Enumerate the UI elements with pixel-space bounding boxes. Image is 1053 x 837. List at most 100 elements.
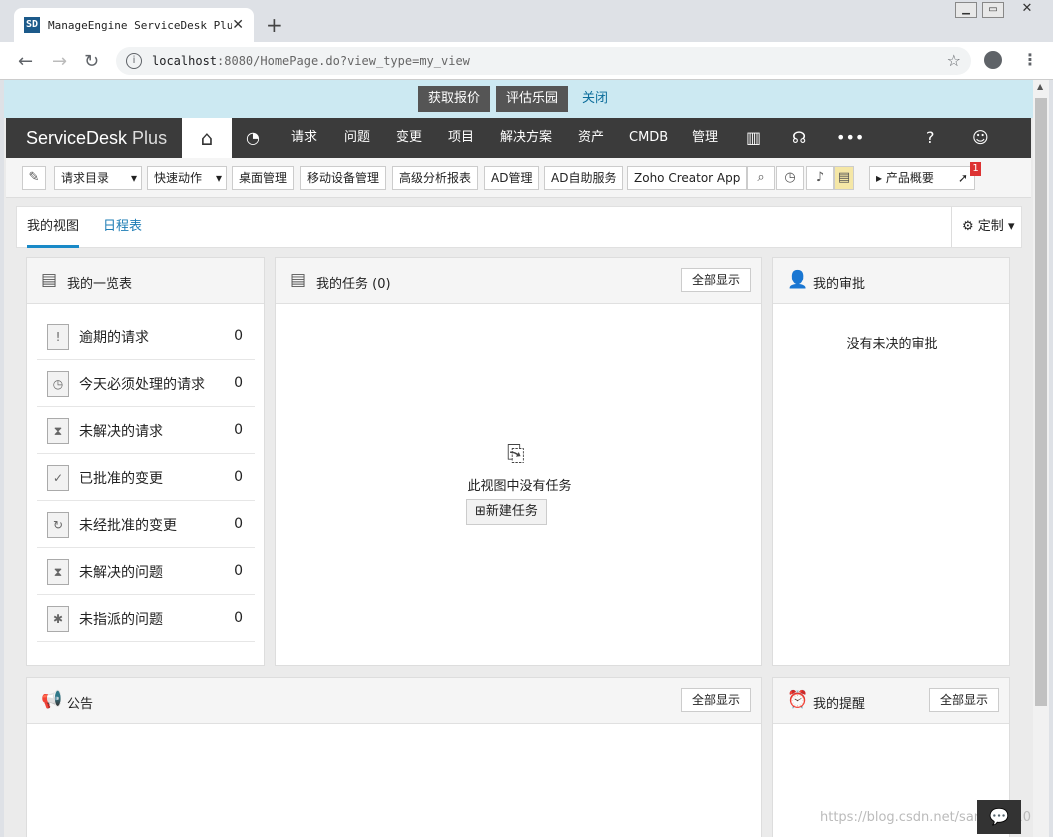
notes-icon[interactable]: ▤ xyxy=(834,166,854,190)
nav-projects[interactable]: 项目 xyxy=(448,118,474,158)
reminders-show-all-button[interactable]: 全部显示 xyxy=(928,688,999,712)
maximize-icon[interactable]: ▭ xyxy=(982,2,1004,18)
new-tab-icon[interactable]: + xyxy=(266,13,283,37)
desktop-mgmt-button[interactable]: 桌面管理 xyxy=(232,166,295,190)
quick-actions-button[interactable]: 快速动作 ▾ xyxy=(147,166,227,190)
url-text: localhost:8080/HomePage.do?view_type=my_… xyxy=(152,54,470,68)
page-scrollbar[interactable]: ▲ xyxy=(1033,80,1049,837)
history-icon[interactable]: ◷ xyxy=(776,166,804,190)
toolbar: ✎ 请求目录 ▾ 快速动作 ▾ 桌面管理 移动设备管理 高级分析报表 AD管理 … xyxy=(6,158,1031,198)
site-info-icon[interactable]: i xyxy=(126,53,142,69)
customize-button[interactable]: ⚙ 定制 ▾ xyxy=(951,207,1021,247)
url-field[interactable]: i localhost:8080/HomePage.do?view_type=m… xyxy=(116,47,971,75)
summary-row-approved-changes[interactable]: ✓ 已批准的变更 0 xyxy=(37,454,255,501)
summary-title: 我的一览表 xyxy=(67,277,133,292)
open-problem-icon: ⧗ xyxy=(47,559,69,585)
chevron-down-icon: ▾ xyxy=(130,171,137,185)
account-icon[interactable] xyxy=(984,51,1002,69)
forward-icon[interactable]: → xyxy=(52,51,67,72)
approvals-panel: 👤 我的审批 没有未决的审批 xyxy=(772,257,1010,666)
user-avatar-icon[interactable]: ☺ xyxy=(972,118,989,158)
new-task-button[interactable]: ⊞新建任务 xyxy=(466,499,547,525)
tab-my-view[interactable]: 我的视图 xyxy=(27,207,80,248)
back-icon[interactable]: ← xyxy=(18,51,33,72)
brand-logo[interactable]: ServiceDesk Plus xyxy=(26,128,167,149)
menu-kebab-icon[interactable]: ⋮ xyxy=(1022,50,1038,69)
announcements-title: 公告 xyxy=(67,697,94,712)
advanced-reports-button[interactable]: 高级分析报表 xyxy=(392,166,479,190)
tab-close-icon[interactable]: ✕ xyxy=(232,17,244,33)
chevron-down-icon: ▾ xyxy=(215,171,222,185)
scrollbar-thumb[interactable] xyxy=(1035,98,1047,706)
ad-self-service-button[interactable]: AD自助服务 xyxy=(544,166,624,190)
summary-row-open-requests[interactable]: ⧗ 未解决的请求 0 xyxy=(37,407,255,454)
summary-row-overdue[interactable]: ! 逾期的请求 0 xyxy=(37,313,255,360)
chat-icon[interactable]: 💬 xyxy=(977,800,1021,834)
product-overview-button[interactable]: ▸ 产品概要 ➚ xyxy=(869,166,975,190)
nav-problems[interactable]: 问题 xyxy=(344,118,370,158)
approved-change-icon: ✓ xyxy=(47,465,69,491)
nav-cmdb[interactable]: CMDB xyxy=(629,118,668,158)
summary-row-unassigned-problems[interactable]: ✱ 未指派的问题 0 xyxy=(37,595,255,642)
mobile-mgmt-button[interactable]: 移动设备管理 xyxy=(300,166,387,190)
home-icon[interactable]: ⌂ xyxy=(182,118,232,158)
playground-button[interactable]: 评估乐园 xyxy=(496,86,569,112)
window-close-icon[interactable]: ✕ xyxy=(1009,2,1045,18)
ad-mgmt-button[interactable]: AD管理 xyxy=(484,166,540,190)
task-list-icon: ▤ xyxy=(290,270,307,290)
summary-panel: ▤ 我的一览表 ! 逾期的请求 0 ◷ 今天必须处理的请求 0 ⧗ 未解决的请求 0 ✓ 已批… xyxy=(26,257,265,666)
browser-tab[interactable]: SD ManageEngine ServiceDesk Plus ✕ xyxy=(14,8,254,42)
new-request-icon[interactable]: ✎ xyxy=(22,166,46,190)
tab-calendar[interactable]: 日程表 xyxy=(103,207,142,248)
search-icon[interactable]: ⌕ xyxy=(747,166,775,190)
approvals-empty-text: 没有未决的审批 xyxy=(846,337,938,352)
zoho-creator-button[interactable]: Zoho Creator App xyxy=(627,166,748,190)
request-catalog-button[interactable]: 请求目录 ▾ xyxy=(54,166,142,190)
summary-row-open-problems[interactable]: ⧗ 未解决的问题 0 xyxy=(37,548,255,595)
main-nav: ServiceDesk Plus ⌂ ◔ 请求 问题 变更 项目 解决方案 资产… xyxy=(6,118,1031,158)
tasks-show-all-button[interactable]: 全部显示 xyxy=(680,268,751,292)
tasks-title: 我的任务 (0) xyxy=(316,277,391,292)
announcements-panel: 📢 公告 全部显示 xyxy=(26,677,762,837)
tab-title: ManageEngine ServiceDesk Plus xyxy=(48,18,233,32)
reports-icon[interactable]: ▥ xyxy=(746,118,761,158)
nav-admin[interactable]: 管理 xyxy=(692,118,718,158)
reload-icon[interactable]: ↻ xyxy=(84,51,99,72)
summary-row-due-today[interactable]: ◷ 今天必须处理的请求 0 xyxy=(37,360,255,407)
new-task-placeholder-icon: ⎘ xyxy=(507,442,525,467)
bookmark-star-icon[interactable]: ☆ xyxy=(947,51,961,70)
tasks-empty-text: 此视图中没有任务 xyxy=(467,479,572,494)
address-bar: ← → ↻ i localhost:8080/HomePage.do?view_… xyxy=(0,42,1053,80)
unapproved-change-icon: ↻ xyxy=(47,512,69,538)
promo-close-link[interactable]: 关闭 xyxy=(582,86,608,112)
minimize-icon[interactable]: ▁ xyxy=(955,2,977,18)
notification-bell-icon[interactable]: ♪ xyxy=(806,166,834,190)
view-tabs: 我的视图 日程表 ⚙ 定制 ▾ xyxy=(16,206,1022,248)
nav-solutions[interactable]: 解决方案 xyxy=(500,118,552,158)
nav-changes[interactable]: 变更 xyxy=(396,118,422,158)
summary-row-unapproved-changes[interactable]: ↻ 未经批准的变更 0 xyxy=(37,501,255,548)
dashboard-icon[interactable]: ◔ xyxy=(246,118,260,158)
page: 获取报价 评估乐园 关闭 ServiceDesk Plus ⌂ ◔ 请求 问题 … xyxy=(4,80,1033,837)
megaphone-icon: 📢 xyxy=(41,690,63,710)
clock-request-icon: ◷ xyxy=(47,371,69,397)
favicon-icon: SD xyxy=(24,17,40,33)
nav-requests[interactable]: 请求 xyxy=(291,118,317,158)
nav-assets[interactable]: 资产 xyxy=(578,118,604,158)
support-headset-icon[interactable]: ☊ xyxy=(792,118,806,158)
gear-icon: ⚙ xyxy=(962,219,974,234)
scroll-up-icon[interactable]: ▲ xyxy=(1037,82,1043,91)
help-icon[interactable]: ? xyxy=(926,118,935,158)
hourglass-request-icon: ⧗ xyxy=(47,418,69,444)
user-icon: 👤 xyxy=(787,270,809,290)
promo-bar: 获取报价 评估乐园 关闭 xyxy=(4,80,1033,118)
announcements-show-all-button[interactable]: 全部显示 xyxy=(680,688,751,712)
get-quote-button[interactable]: 获取报价 xyxy=(418,86,491,112)
tasks-panel: ▤ 我的任务 (0) 全部显示 ⎘ 此视图中没有任务 ⊞新建任务 xyxy=(275,257,762,666)
plus-icon: ⊞ xyxy=(475,504,486,519)
rocket-icon: ➚ xyxy=(957,171,968,185)
more-icon[interactable]: ••• xyxy=(836,118,864,158)
unassigned-problem-icon: ✱ xyxy=(47,606,69,632)
browser-tabbar: SD ManageEngine ServiceDesk Plus ✕ + ▁ ▭… xyxy=(0,0,1053,42)
notification-badge: 1 xyxy=(970,162,981,176)
